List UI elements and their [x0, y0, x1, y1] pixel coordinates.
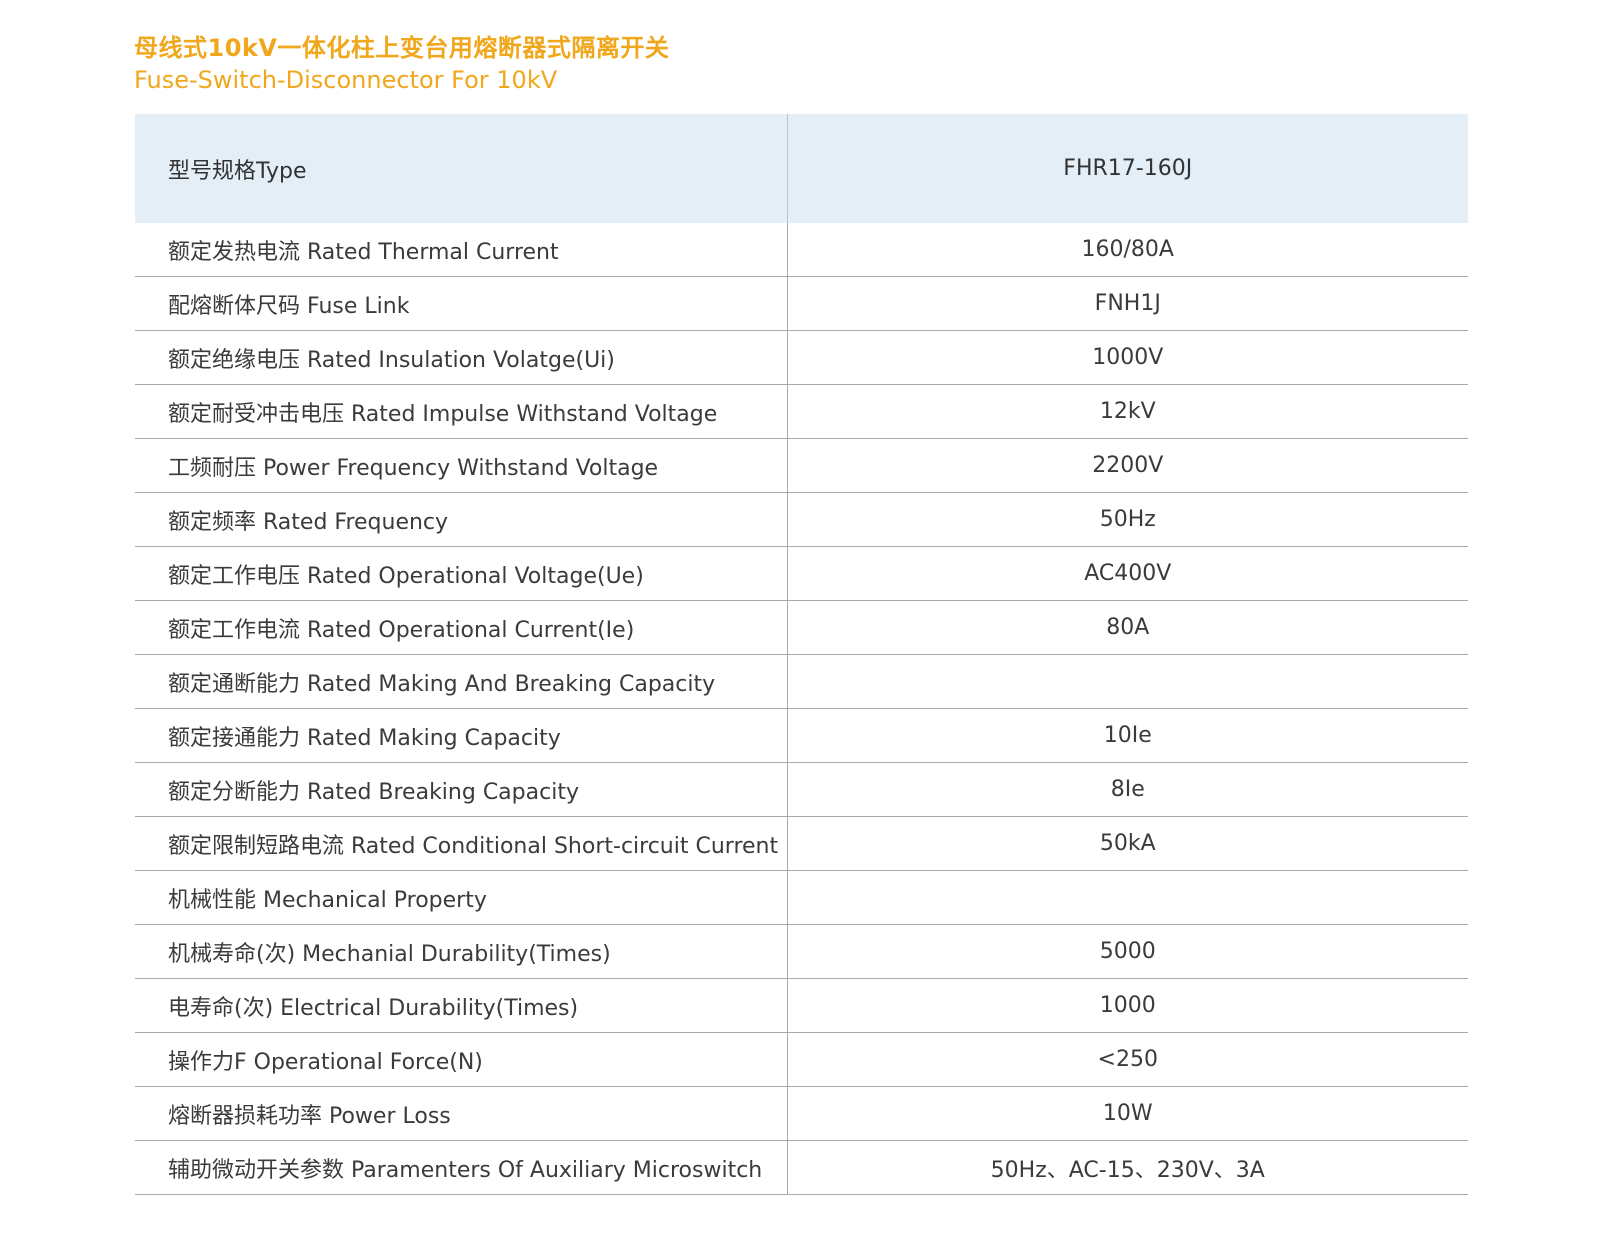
- value-cell: 8Ie: [787, 762, 1468, 817]
- table-header-row: 型号规格Type FHR17-160J: [135, 114, 1468, 223]
- value-cell: 5000: [787, 924, 1468, 979]
- param-cell: 额定限制短路电流 Rated Conditional Short-circuit…: [135, 816, 788, 871]
- table-row: 额定接通能力 Rated Making Capacity 10Ie: [135, 708, 1468, 763]
- param-cell: 工频耐压 Power Frequency Withstand Voltage: [135, 438, 788, 493]
- param-cell: 额定分断能力 Rated Breaking Capacity: [135, 762, 788, 817]
- table-row: 电寿命(次) Electrical Durability(Times) 1000: [135, 978, 1468, 1033]
- param-cell: 额定绝缘电压 Rated Insulation Volatge(Ui): [135, 330, 788, 385]
- value-cell: 12kV: [787, 384, 1468, 439]
- param-cell: 辅助微动开关参数 Paramenters Of Auxiliary Micros…: [135, 1140, 788, 1195]
- value-cell: 50Hz、AC-15、230V、3A: [787, 1140, 1468, 1195]
- value-cell: 160/80A: [787, 223, 1468, 277]
- value-cell: 1000: [787, 978, 1468, 1033]
- table-row: 额定频率 Rated Frequency 50Hz: [135, 492, 1468, 547]
- header-value-cell: FHR17-160J: [787, 114, 1468, 223]
- table-row: 机械性能 Mechanical Property: [135, 870, 1468, 925]
- value-cell: 10Ie: [787, 708, 1468, 763]
- param-cell: 额定工作电压 Rated Operational Voltage(Ue): [135, 546, 788, 601]
- table-row: 机械寿命(次) Mechanial Durability(Times) 5000: [135, 924, 1468, 979]
- param-cell: 额定频率 Rated Frequency: [135, 492, 788, 547]
- value-cell: [787, 654, 1468, 709]
- param-cell: 操作力F Operational Force(N): [135, 1032, 788, 1087]
- table-row: 配熔断体尺码 Fuse Link FNH1J: [135, 276, 1468, 331]
- spec-table: 型号规格Type FHR17-160J 额定发热电流 Rated Thermal…: [135, 114, 1468, 1195]
- param-cell: 额定工作电流 Rated Operational Current(Ie): [135, 600, 788, 655]
- table-row: 额定限制短路电流 Rated Conditional Short-circuit…: [135, 816, 1468, 871]
- table-row: 额定绝缘电压 Rated Insulation Volatge(Ui) 1000V: [135, 330, 1468, 385]
- param-cell: 熔断器损耗功率 Power Loss: [135, 1086, 788, 1141]
- param-cell: 额定接通能力 Rated Making Capacity: [135, 708, 788, 763]
- param-cell: 配熔断体尺码 Fuse Link: [135, 276, 788, 331]
- param-cell: 额定发热电流 Rated Thermal Current: [135, 223, 788, 277]
- table-row: 工频耐压 Power Frequency Withstand Voltage 22…: [135, 438, 1468, 493]
- table-row: 操作力F Operational Force(N) <250: [135, 1032, 1468, 1087]
- param-cell: 机械性能 Mechanical Property: [135, 870, 788, 925]
- value-cell: [787, 870, 1468, 925]
- table-row: 熔断器损耗功率 Power Loss 10W: [135, 1086, 1468, 1141]
- table-row: 辅助微动开关参数 Paramenters Of Auxiliary Micros…: [135, 1140, 1468, 1195]
- value-cell: FNH1J: [787, 276, 1468, 331]
- value-cell: 10W: [787, 1086, 1468, 1141]
- value-cell: 50kA: [787, 816, 1468, 871]
- table-row: 额定通断能力 Rated Making And Breaking Capacit…: [135, 654, 1468, 709]
- table-row: 额定分断能力 Rated Breaking Capacity 8Ie: [135, 762, 1468, 817]
- header-param-cell: 型号规格Type: [135, 114, 788, 223]
- table-row: 额定工作电流 Rated Operational Current(Ie) 80A: [135, 600, 1468, 655]
- param-cell: 额定通断能力 Rated Making And Breaking Capacit…: [135, 654, 788, 709]
- table-row: 额定发热电流 Rated Thermal Current 160/80A: [135, 223, 1468, 277]
- value-cell: <250: [787, 1032, 1468, 1087]
- param-cell: 电寿命(次) Electrical Durability(Times): [135, 978, 788, 1033]
- table-row: 额定耐受冲击电压 Rated Impulse Withstand Voltage…: [135, 384, 1468, 439]
- param-cell: 机械寿命(次) Mechanial Durability(Times): [135, 924, 788, 979]
- param-cell: 额定耐受冲击电压 Rated Impulse Withstand Voltage: [135, 384, 788, 439]
- page-title: 母线式10kV一体化柱上变台用熔断器式隔离开关: [134, 34, 670, 62]
- value-cell: AC400V: [787, 546, 1468, 601]
- page-subtitle: Fuse-Switch-Disconnector For 10kV: [134, 66, 558, 94]
- table-row: 额定工作电压 Rated Operational Voltage(Ue) AC40…: [135, 546, 1468, 601]
- value-cell: 1000V: [787, 330, 1468, 385]
- value-cell: 50Hz: [787, 492, 1468, 547]
- value-cell: 80A: [787, 600, 1468, 655]
- value-cell: 2200V: [787, 438, 1468, 493]
